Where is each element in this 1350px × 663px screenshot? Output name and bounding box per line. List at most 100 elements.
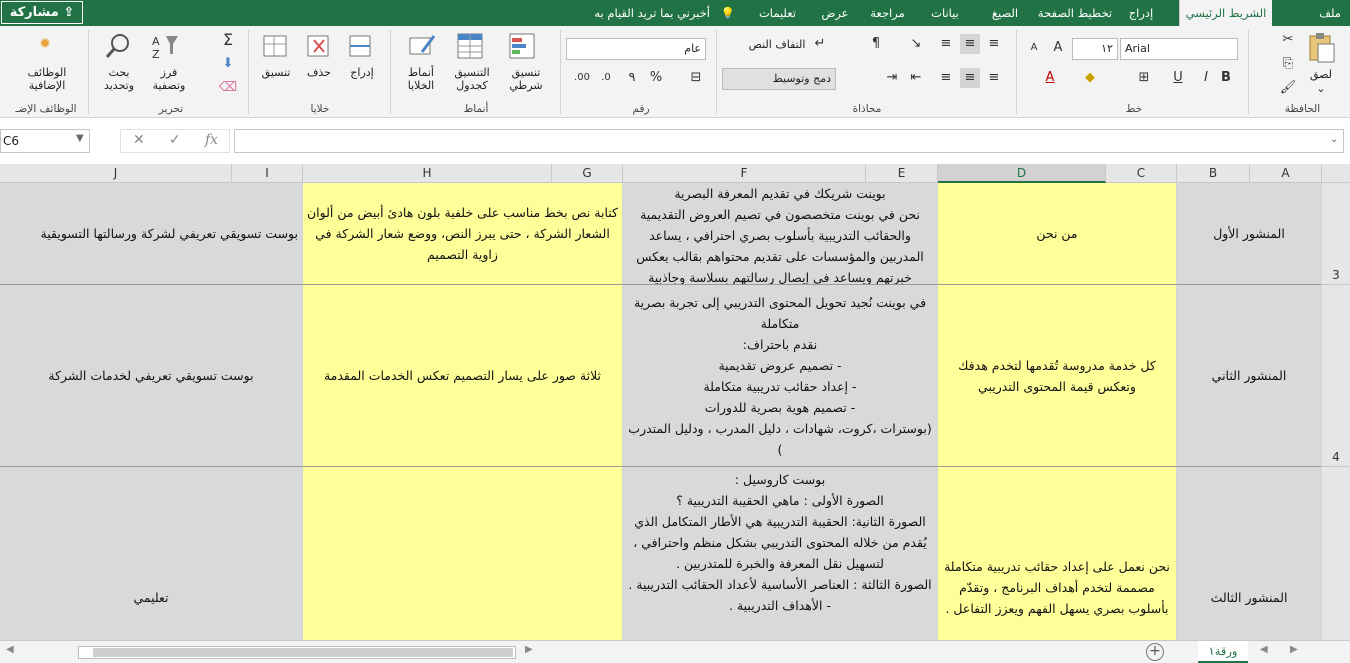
increase-font-icon[interactable]: A — [1048, 38, 1068, 58]
cancel-icon[interactable]: ✕ — [133, 132, 145, 148]
cell-c4-d4[interactable]: كل خدمة مدروسة تُقدمها لتخدم هدفك وتعكس … — [938, 285, 1177, 467]
align-center-icon[interactable]: ≡ — [960, 68, 980, 88]
decrease-indent-icon[interactable]: ⇤ — [906, 68, 926, 88]
rtl-direction-icon[interactable]: ¶ — [866, 34, 886, 54]
number-format-select[interactable]: عام — [566, 38, 706, 60]
italic-button[interactable]: I — [1196, 68, 1216, 88]
delete-cells-button[interactable]: حذف — [298, 66, 340, 79]
column-header-i[interactable]: I — [232, 164, 303, 183]
cell-a5-b5[interactable]: المنشور الثالث — [1177, 467, 1322, 640]
cell-a4-b4[interactable]: المنشور الثاني — [1177, 285, 1322, 467]
bold-button[interactable]: B — [1216, 68, 1236, 88]
wrap-text-icon[interactable]: ↵ — [810, 34, 830, 54]
enter-icon[interactable]: ✓ — [169, 132, 181, 148]
tab-review[interactable]: مراجعة — [860, 0, 915, 26]
sheet-tab[interactable]: ورقة١ — [1198, 641, 1248, 663]
find-select-button[interactable]: بحث وتحديد — [96, 66, 142, 92]
cell-g4-h4[interactable]: ثلاثة صور على يسار التصميم تعكس الخدمات … — [303, 285, 623, 467]
cell-c3-d3[interactable]: من نحن — [938, 183, 1177, 285]
cell-c5-d5[interactable]: نحن نعمل على إعداد حقائب تدريبية متكاملة… — [938, 467, 1177, 640]
copy-icon[interactable]: ⎘ — [1278, 54, 1298, 74]
column-header-g[interactable]: G — [552, 164, 623, 183]
align-top-icon[interactable]: ≡ — [984, 34, 1004, 54]
orientation-icon[interactable]: ↘ — [906, 34, 926, 54]
cell-styles-button[interactable]: أنماط الخلايا — [396, 66, 446, 92]
autosum-icon[interactable]: Σ — [218, 30, 238, 50]
add-sheet-button[interactable]: + — [1146, 643, 1164, 661]
tab-data[interactable]: بيانات — [920, 0, 970, 26]
merge-center-button[interactable]: دمج وتوسيط — [722, 68, 836, 90]
tab-home[interactable]: الشريط الرئيسي — [1179, 0, 1272, 26]
formula-input[interactable] — [234, 129, 1344, 153]
row-header-4[interactable]: 4 — [1322, 285, 1350, 467]
scroll-right-icon[interactable]: ▶ — [525, 644, 533, 655]
comma-style-button[interactable]: ٩ — [622, 68, 642, 88]
tab-formulas[interactable]: الصيغ — [980, 0, 1030, 26]
row-header-5[interactable] — [1322, 467, 1350, 640]
sort-filter-button[interactable]: فرز وتصفية — [146, 66, 192, 92]
horizontal-scrollbar[interactable] — [78, 646, 516, 659]
align-bottom-icon[interactable]: ≡ — [936, 34, 956, 54]
paste-button[interactable]: لصق — [1300, 68, 1342, 81]
scroll-left-icon[interactable]: ◀ — [6, 644, 14, 655]
select-all-corner[interactable] — [1322, 164, 1350, 183]
column-header-j[interactable]: J — [0, 164, 232, 183]
column-header-b[interactable]: B — [1177, 164, 1250, 183]
column-header-d[interactable]: D — [938, 164, 1106, 183]
tab-insert[interactable]: إدراج — [1121, 0, 1161, 26]
conditional-formatting-button[interactable]: تنسيق شرطي — [500, 66, 552, 92]
cell-g5-h5[interactable] — [303, 467, 623, 640]
paste-dropdown-icon[interactable]: ⌄ — [1304, 82, 1338, 95]
cell-e5-f5[interactable]: بوست كاروسيل : الصورة الأولى : ماهي الحق… — [623, 467, 938, 640]
wrap-text-button[interactable]: التفاف النص — [742, 38, 812, 51]
addins-button[interactable]: الوظائف الإضافية — [12, 66, 82, 92]
cell-i5-j5[interactable]: تعليمي — [0, 467, 303, 640]
decrease-font-icon[interactable]: A — [1024, 38, 1044, 58]
tab-help[interactable]: تعليمات — [750, 0, 805, 26]
column-header-h[interactable]: H — [303, 164, 552, 183]
clear-icon[interactable]: ⌫ — [218, 78, 238, 98]
align-left-icon[interactable]: ≡ — [936, 68, 956, 88]
format-painter-icon[interactable]: 🖌 — [1278, 78, 1298, 98]
cut-icon[interactable]: ✂ — [1278, 30, 1298, 50]
row-header-3[interactable]: 3 — [1322, 183, 1350, 285]
column-header-e[interactable]: E — [866, 164, 938, 183]
expand-formula-icon[interactable]: ⌄ — [1330, 134, 1338, 145]
column-header-c[interactable]: C — [1106, 164, 1177, 183]
cell-i4-j4[interactable]: بوست تسويقي تعريفي لخدمات الشركة — [0, 285, 303, 467]
share-button[interactable]: ⇪ مشاركة — [1, 1, 83, 24]
align-middle-icon[interactable]: ≡ — [960, 34, 980, 54]
column-header-a[interactable]: A — [1250, 164, 1322, 183]
prev-sheet-icon[interactable]: ◀ — [1260, 644, 1268, 655]
fill-color-icon[interactable]: ◆ — [1080, 68, 1100, 88]
cell-a3-b3[interactable]: المنشور الأول — [1177, 183, 1322, 285]
scrollbar-thumb[interactable] — [93, 648, 513, 657]
cell-e3-f3[interactable]: بوينت شريكك في تقديم المعرفة البصرية نحن… — [623, 183, 938, 285]
increase-decimal-icon[interactable]: .0 — [596, 68, 616, 88]
cell-i3-j3[interactable]: بوست تسويقي تعريفي لشركة ورسالتها التسوي… — [0, 183, 303, 285]
decrease-decimal-icon[interactable]: .00 — [572, 68, 592, 88]
fill-icon[interactable]: ⬇ — [218, 54, 238, 74]
tab-view[interactable]: عرض — [815, 0, 855, 26]
percent-button[interactable]: % — [646, 68, 666, 88]
format-as-table-button[interactable]: التنسيق كجدول — [446, 66, 498, 92]
align-right-icon[interactable]: ≡ — [984, 68, 1004, 88]
insert-function-icon[interactable]: fx — [205, 132, 218, 148]
column-header-f[interactable]: F — [623, 164, 866, 183]
tab-page-layout[interactable]: تخطيط الصفحة — [1035, 0, 1115, 26]
tab-file[interactable]: ملف — [1310, 0, 1350, 26]
cell-e4-f4[interactable]: في بوينت نُجيد تحويل المحتوى التدريبي إل… — [623, 285, 938, 467]
font-name-select[interactable]: Arial — [1120, 38, 1238, 60]
accounting-format-icon[interactable]: ⊟ — [686, 68, 706, 88]
name-box-dropdown-icon[interactable]: ▼ — [76, 133, 84, 144]
cell-g3-h3[interactable]: كتابة نص بخط مناسب على خلفية بلون هادئ أ… — [303, 183, 623, 285]
borders-icon[interactable]: ⊞ — [1134, 68, 1154, 88]
insert-cells-button[interactable]: إدراج — [340, 66, 384, 79]
font-color-icon[interactable]: A — [1040, 68, 1060, 88]
font-size-select[interactable]: ١٢ — [1072, 38, 1118, 60]
tell-me-search[interactable]: أخبرني بما تريد القيام به — [560, 0, 710, 26]
underline-button[interactable]: U — [1168, 68, 1188, 88]
format-cells-button[interactable]: تنسيق — [254, 66, 298, 79]
increase-indent-icon[interactable]: ⇥ — [882, 68, 902, 88]
next-sheet-icon[interactable]: ▶ — [1290, 644, 1298, 655]
